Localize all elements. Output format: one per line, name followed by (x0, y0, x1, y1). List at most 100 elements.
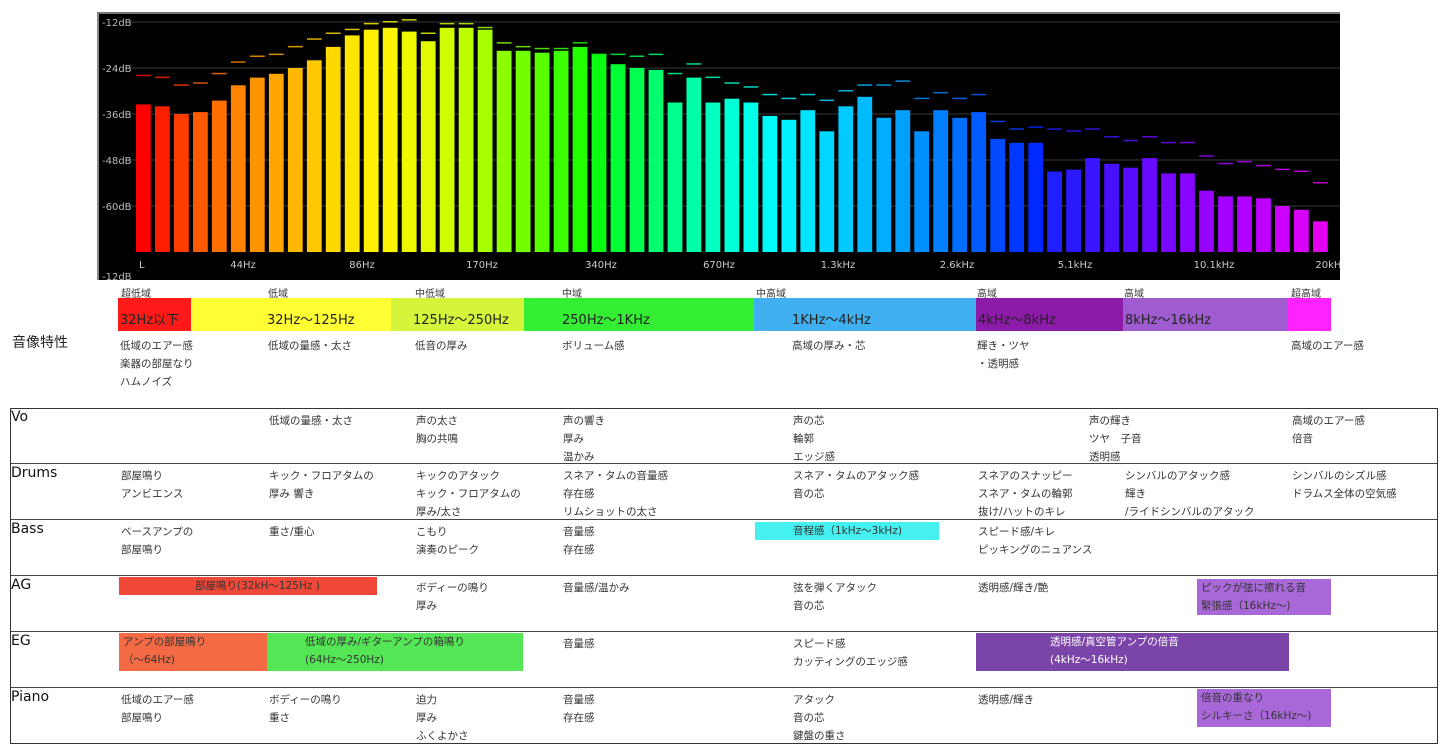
peak-marker (1199, 155, 1214, 157)
x-tick-label: 10.1kHz (1194, 260, 1235, 271)
instrument-name-ag: AG (11, 577, 32, 593)
spectrum-bar (933, 110, 949, 252)
instrument-name-eg: EG (11, 633, 31, 649)
char-high-mid: 高域の厚み・芯 (792, 340, 866, 352)
spectrum-bar (401, 31, 417, 252)
peak-marker (1218, 162, 1233, 165)
char-sub-bass: 低域のエアー感 楽器の部屋なり ハムノイズ (120, 340, 194, 388)
spectrum-bar (800, 110, 816, 252)
char-high: 輝き・ツヤ ・透明感 (977, 340, 1030, 370)
spectrum-bar (1142, 158, 1157, 252)
peak-marker (572, 42, 588, 44)
x-tick-label: 44Hz (230, 260, 256, 271)
peak-marker (686, 63, 702, 65)
peak-marker (990, 120, 1006, 123)
piano-low-mid-cell: 迫力 厚み ふくよかさ (416, 694, 469, 742)
drums-high-2-cell: シンバルのアタック感 輝き /ライドシンバルのアタック (1125, 470, 1255, 518)
spectrum-bar (952, 117, 968, 252)
instrument-name-vo: Vo (11, 409, 29, 425)
spectrum-bar (1275, 206, 1290, 252)
spectrum-bar (1066, 169, 1081, 252)
peak-marker (724, 82, 740, 84)
peak-marker (1047, 128, 1062, 130)
peak-marker (420, 32, 436, 34)
piano-high-cell: 透明感/輝き (978, 694, 1035, 706)
spectrum-bar (344, 35, 360, 253)
x-tick-label: 5.1kHz (1058, 260, 1092, 271)
bass-low-mid-cell: こもり 演奏のピーク (416, 526, 479, 556)
bass-bass-cell: 重さ/重心 (269, 526, 315, 538)
spectrum-bar (325, 46, 341, 253)
spectrum-bar (193, 112, 208, 252)
peak-marker (667, 72, 683, 75)
spectrum-bar (1180, 173, 1195, 252)
spectrum-bar (591, 54, 607, 252)
vo-high-cell: 声の輝き ツヤ 子音 透明感 (1089, 415, 1142, 463)
peak-marker (1104, 136, 1119, 138)
drums-high-mid-cell: スネア・タムのアタック感 音の芯 (793, 470, 919, 500)
peak-marker (876, 84, 892, 86)
band-box-high: 4kHz〜8kHz (976, 298, 1123, 331)
peak-marker (857, 84, 873, 86)
spectrum-bar (895, 110, 911, 252)
spectrum-bar (781, 119, 797, 253)
spectrum-bar (1085, 158, 1100, 252)
bass-pitch-highlight: 音程感（1kHz〜3kHz) (755, 522, 939, 540)
drums-sub-bass-cell: 部屋鳴り アンビエンス (121, 470, 184, 500)
bass-mid-cell: 音量感 存在感 (563, 526, 595, 556)
spectrum-bar (1161, 173, 1176, 252)
peak-marker (174, 84, 189, 86)
spectrum-bar (287, 68, 303, 252)
peak-marker (743, 86, 759, 88)
peak-marker (1028, 126, 1044, 128)
characteristics-title: 音像特性 (12, 335, 68, 351)
peak-marker (1085, 128, 1100, 130)
peak-marker (477, 26, 493, 29)
drums-low-mid-cell: キックのアタック キック・フロアタムの 厚み/太さ (416, 470, 521, 518)
spectrum-bar (1237, 196, 1252, 252)
x-tick-label: 170Hz (466, 260, 498, 271)
peak-marker (952, 97, 968, 100)
piano-overtone-highlight: 倍音の重なり シルキーさ（16kHz〜) (1197, 689, 1331, 727)
row-divider (11, 463, 1437, 464)
spectrum-bar (211, 100, 227, 252)
peak-marker (249, 55, 265, 57)
ag-pick-highlight: ピックが弦に擦れる音 緊張感（16kHz〜) (1197, 579, 1331, 615)
band-box-high-mid: 1KHz〜4kHz (754, 298, 976, 331)
spectrum-bar (1218, 196, 1233, 252)
vo-mid-cell: 声の響き 厚み 温かみ (563, 415, 605, 463)
eg-body-highlight: 低域の厚み/ギターアンプの箱鳴り (64Hz〜250Hz) (267, 633, 523, 671)
peak-marker (914, 97, 930, 100)
row-divider (11, 687, 1437, 688)
bass-sub-bass-cell: ベースアンプの 部屋鳴り (121, 526, 194, 556)
spectrum-bar (686, 77, 702, 252)
spectrum-bar (420, 41, 436, 253)
ag-low-mid-cell: ボディーの鳴り 厚み (416, 582, 489, 612)
peak-marker (382, 21, 398, 23)
x-tick-label: 670Hz (703, 260, 735, 271)
spectrum-bar (990, 138, 1006, 252)
spectrum-bar (1009, 142, 1025, 253)
spectrum-bar (857, 96, 873, 253)
peak-marker (155, 76, 170, 79)
peak-marker (1313, 182, 1328, 184)
char-ultra-high: 高域のエアー感 (1291, 340, 1364, 352)
vo-high-mid-cell: 声の芯 輪郭 エッジ感 (793, 415, 835, 463)
x-tick-label: 2.6kHz (940, 260, 974, 271)
peak-marker (1256, 164, 1271, 167)
instrument-table: Vo 低域の量感・太さ 声の太さ 胸の共鳴 声の響き 厚み 温かみ 声の芯 輪郭… (10, 408, 1438, 744)
peak-marker (1161, 141, 1176, 144)
x-tick-label: 1.3kHz (821, 260, 855, 271)
peak-marker (591, 53, 607, 56)
peak-marker (439, 22, 455, 25)
peak-marker (895, 80, 911, 82)
spectrum-bar (1104, 163, 1119, 252)
drums-mid-cell: スネア・タムの音量感 存在感 リムショットの太さ (563, 470, 668, 518)
vo-ultra-high-cell: 高域のエアー感 倍音 (1292, 415, 1365, 445)
eg-tube-highlight: 透明感/真空管アンプの倍音 (4kHz〜16kHz) (976, 633, 1289, 671)
peak-marker (136, 74, 151, 77)
peak-marker (496, 42, 512, 44)
row-divider (11, 631, 1437, 632)
band-box-sub-bass: 32Hz以下 (118, 298, 191, 331)
peak-marker (325, 32, 341, 34)
